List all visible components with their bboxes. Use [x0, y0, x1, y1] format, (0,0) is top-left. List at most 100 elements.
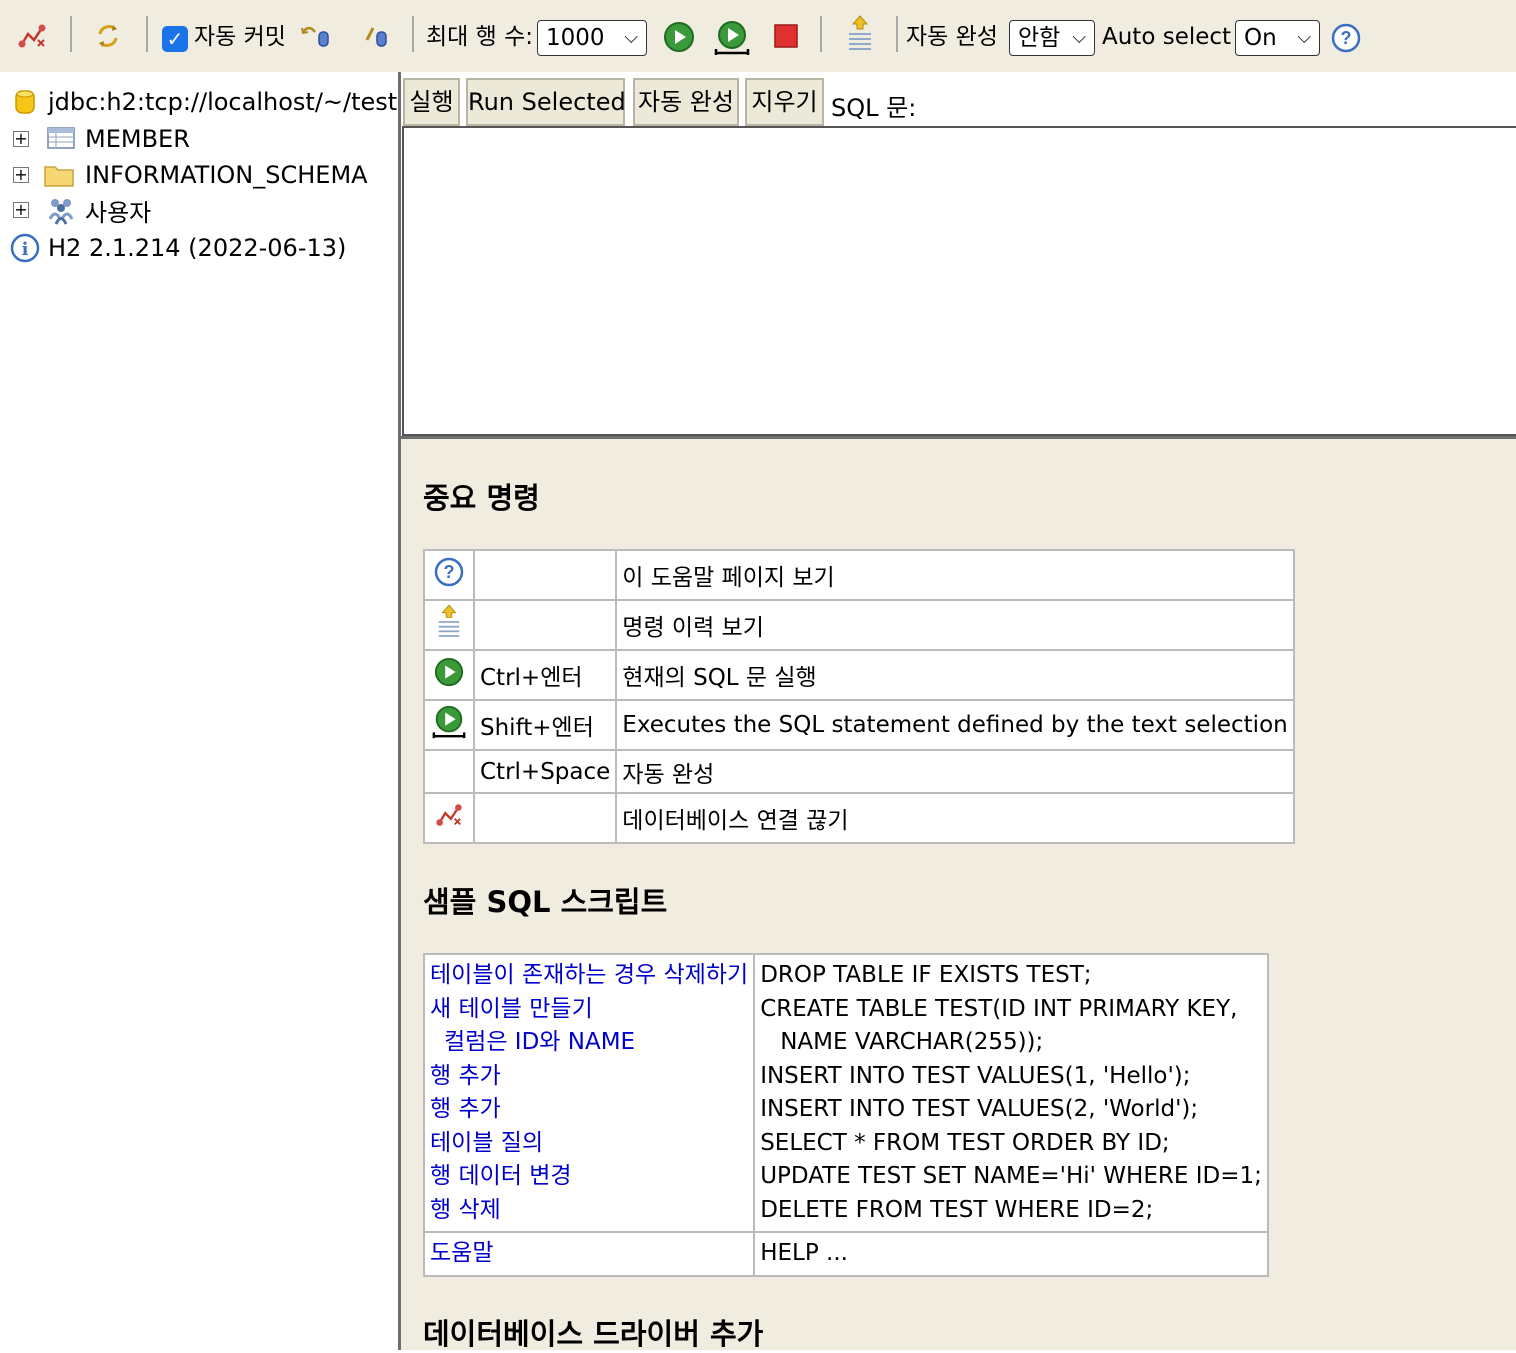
shortcut-cell: [472, 792, 618, 844]
table-row: 테이블이 존재하는 경우 삭제하기 새 테이블 만들기 컬럼은 ID와 NAME…: [422, 953, 1269, 1233]
max-rows-select[interactable]: 1000 ⌵: [537, 20, 647, 56]
expand-icon[interactable]: +: [13, 202, 29, 218]
description-cell: 데이터베이스 연결 끊기: [615, 792, 1295, 844]
sample-link-create-table[interactable]: 새 테이블 만들기: [430, 993, 748, 1027]
autocomplete-value: 안함: [1018, 25, 1061, 51]
toolbar-separator: [70, 16, 72, 52]
table-row: 명령 이력 보기: [423, 599, 1295, 651]
svg-text:?: ?: [444, 562, 455, 582]
help-sql-line: HELP ...: [760, 1240, 848, 1266]
sample-sql-cell: DROP TABLE IF EXISTS TEST; CREATE TABLE …: [753, 953, 1269, 1233]
autocomplete-label: 자동 완성: [906, 24, 998, 50]
table-row: ? 이 도움말 페이지 보기: [423, 549, 1295, 601]
sample-sql-line: INSERT INTO TEST VALUES(2, 'World');: [760, 1096, 1199, 1122]
autocomplete-select[interactable]: 안함 ⌵: [1009, 20, 1095, 56]
add-driver-heading: 데이터베이스 드라이버 추가: [423, 1317, 764, 1351]
database-icon: [14, 88, 36, 122]
run-selected-button[interactable]: Run Selected: [466, 78, 626, 126]
shortcut-cell: Ctrl+엔터: [472, 649, 618, 701]
sample-sql-table: 테이블이 존재하는 경우 삭제하기 새 테이블 만들기 컬럼은 ID와 NAME…: [422, 953, 1269, 1277]
chevron-down-icon: ⌵: [1072, 27, 1086, 48]
toolbar-separator: [820, 16, 822, 52]
table-row: 데이터베이스 연결 끊기: [423, 792, 1295, 844]
help-panel: 중요 명령 ? 이 도움말 페이지 보기 명령 이력 보기 Ctrl+엔터 현재…: [401, 439, 1516, 1351]
svg-text:?: ?: [1341, 28, 1352, 48]
description-cell: Executes the SQL statement defined by th…: [615, 699, 1295, 751]
sample-link-insert-2[interactable]: 행 추가: [430, 1093, 748, 1127]
help-sql-cell: HELP ...: [753, 1231, 1269, 1277]
toolbar-separator: [412, 16, 414, 52]
toolbar-separator: [146, 16, 148, 52]
sample-link-select[interactable]: 테이블 질의: [430, 1127, 748, 1161]
description-cell: 이 도움말 페이지 보기: [615, 549, 1295, 601]
sample-link-update[interactable]: 행 데이터 변경: [430, 1160, 748, 1194]
shortcut-cell: [472, 549, 618, 601]
version-label: H2 2.1.214 (2022-06-13): [48, 234, 347, 262]
description-cell: 현재의 SQL 문 실행: [615, 649, 1295, 701]
tree-item-label: INFORMATION_SCHEMA: [85, 161, 368, 189]
tree-item-label: 사용자: [85, 198, 152, 227]
auto-select-label: Auto select: [1102, 24, 1232, 50]
folder-icon: [44, 162, 74, 194]
max-rows-value: 1000: [546, 25, 605, 51]
important-commands-heading: 중요 명령: [423, 481, 540, 515]
sql-label: SQL 문:: [831, 94, 917, 122]
auto-select-value: On: [1244, 25, 1277, 51]
max-rows-label: 최대 행 수:: [426, 24, 534, 50]
autocommit-label: 자동 커밋: [194, 24, 286, 50]
sample-sql-line: NAME VARCHAR(255));: [780, 1029, 1044, 1055]
sample-links-cell: 테이블이 존재하는 경우 삭제하기 새 테이블 만들기 컬럼은 ID와 NAME…: [422, 953, 756, 1233]
help-link-cell: 도움말: [422, 1231, 756, 1277]
help-icon: ?: [423, 549, 475, 601]
shortcut-cell: [472, 599, 618, 651]
run-icon: [423, 649, 475, 701]
sample-sql-heading: 샘플 SQL 스크립트: [423, 885, 668, 919]
toolbar: ✓ 자동 커밋 최대 행 수: 1000 ⌵ 자동 완성 안함 ⌵ Auto s…: [0, 0, 1516, 72]
history-icon: [423, 599, 475, 651]
shortcut-cell: Shift+엔터: [472, 699, 618, 751]
autocommit-checkbox[interactable]: ✓: [162, 26, 188, 52]
autocomplete-button[interactable]: 자동 완성: [633, 78, 739, 126]
clear-button[interactable]: 지우기: [745, 78, 824, 126]
history-icon[interactable]: [842, 12, 878, 56]
description-cell: 자동 완성: [615, 749, 1295, 794]
expand-icon[interactable]: +: [13, 131, 29, 147]
query-toolbar: 실행 Run Selected 자동 완성 지우기 SQL 문:: [401, 72, 1516, 128]
auto-select-select[interactable]: On ⌵: [1235, 20, 1320, 56]
connection-url: jdbc:h2:tcp://localhost/~/test: [48, 88, 398, 116]
sample-link-delete[interactable]: 행 삭제: [430, 1194, 748, 1228]
info-icon: i: [10, 233, 40, 269]
sample-sql-line: SELECT * FROM TEST ORDER BY ID;: [760, 1129, 1170, 1156]
sample-link-columns[interactable]: 컬럼은 ID와 NAME: [430, 1026, 748, 1060]
rollback-icon[interactable]: [298, 18, 334, 54]
table-row: Ctrl+Space 자동 완성: [423, 749, 1295, 794]
tree-item-label: MEMBER: [85, 125, 190, 153]
help-link[interactable]: 도움말: [430, 1237, 748, 1271]
description-cell: 명령 이력 보기: [615, 599, 1295, 651]
users-icon: [46, 195, 76, 231]
sample-sql-line: UPDATE TEST SET NAME='Hi' WHERE ID=1;: [760, 1163, 1262, 1189]
run-selected-icon: [423, 699, 475, 751]
sample-link-insert-1[interactable]: 행 추가: [430, 1060, 748, 1094]
run-button[interactable]: 실행: [403, 78, 460, 126]
commands-table: ? 이 도움말 페이지 보기 명령 이력 보기 Ctrl+엔터 현재의 SQL …: [423, 549, 1295, 844]
sql-editor[interactable]: [402, 126, 1516, 436]
disconnect-icon[interactable]: [14, 18, 50, 54]
sample-sql-line: DROP TABLE IF EXISTS TEST;: [760, 962, 1092, 988]
table-row: 도움말 HELP ...: [422, 1231, 1269, 1277]
table-row: Ctrl+엔터 현재의 SQL 문 실행: [423, 649, 1295, 701]
sample-sql-line: DELETE FROM TEST WHERE ID=2;: [760, 1196, 1154, 1223]
sample-link-drop-table[interactable]: 테이블이 존재하는 경우 삭제하기: [430, 959, 748, 993]
run-icon[interactable]: [662, 20, 696, 54]
refresh-icon[interactable]: [90, 18, 126, 54]
empty-icon-cell: [423, 749, 475, 794]
help-icon[interactable]: ?: [1329, 21, 1363, 55]
chevron-down-icon: ⌵: [1297, 27, 1311, 48]
toolbar-separator: [896, 16, 898, 52]
sample-sql-line: CREATE TABLE TEST(ID INT PRIMARY KEY,: [760, 995, 1238, 1022]
shortcut-cell: Ctrl+Space: [472, 749, 618, 794]
stop-icon[interactable]: [770, 20, 802, 52]
commit-icon[interactable]: [358, 18, 394, 54]
run-selected-icon[interactable]: [712, 18, 752, 58]
expand-icon[interactable]: +: [13, 167, 29, 183]
